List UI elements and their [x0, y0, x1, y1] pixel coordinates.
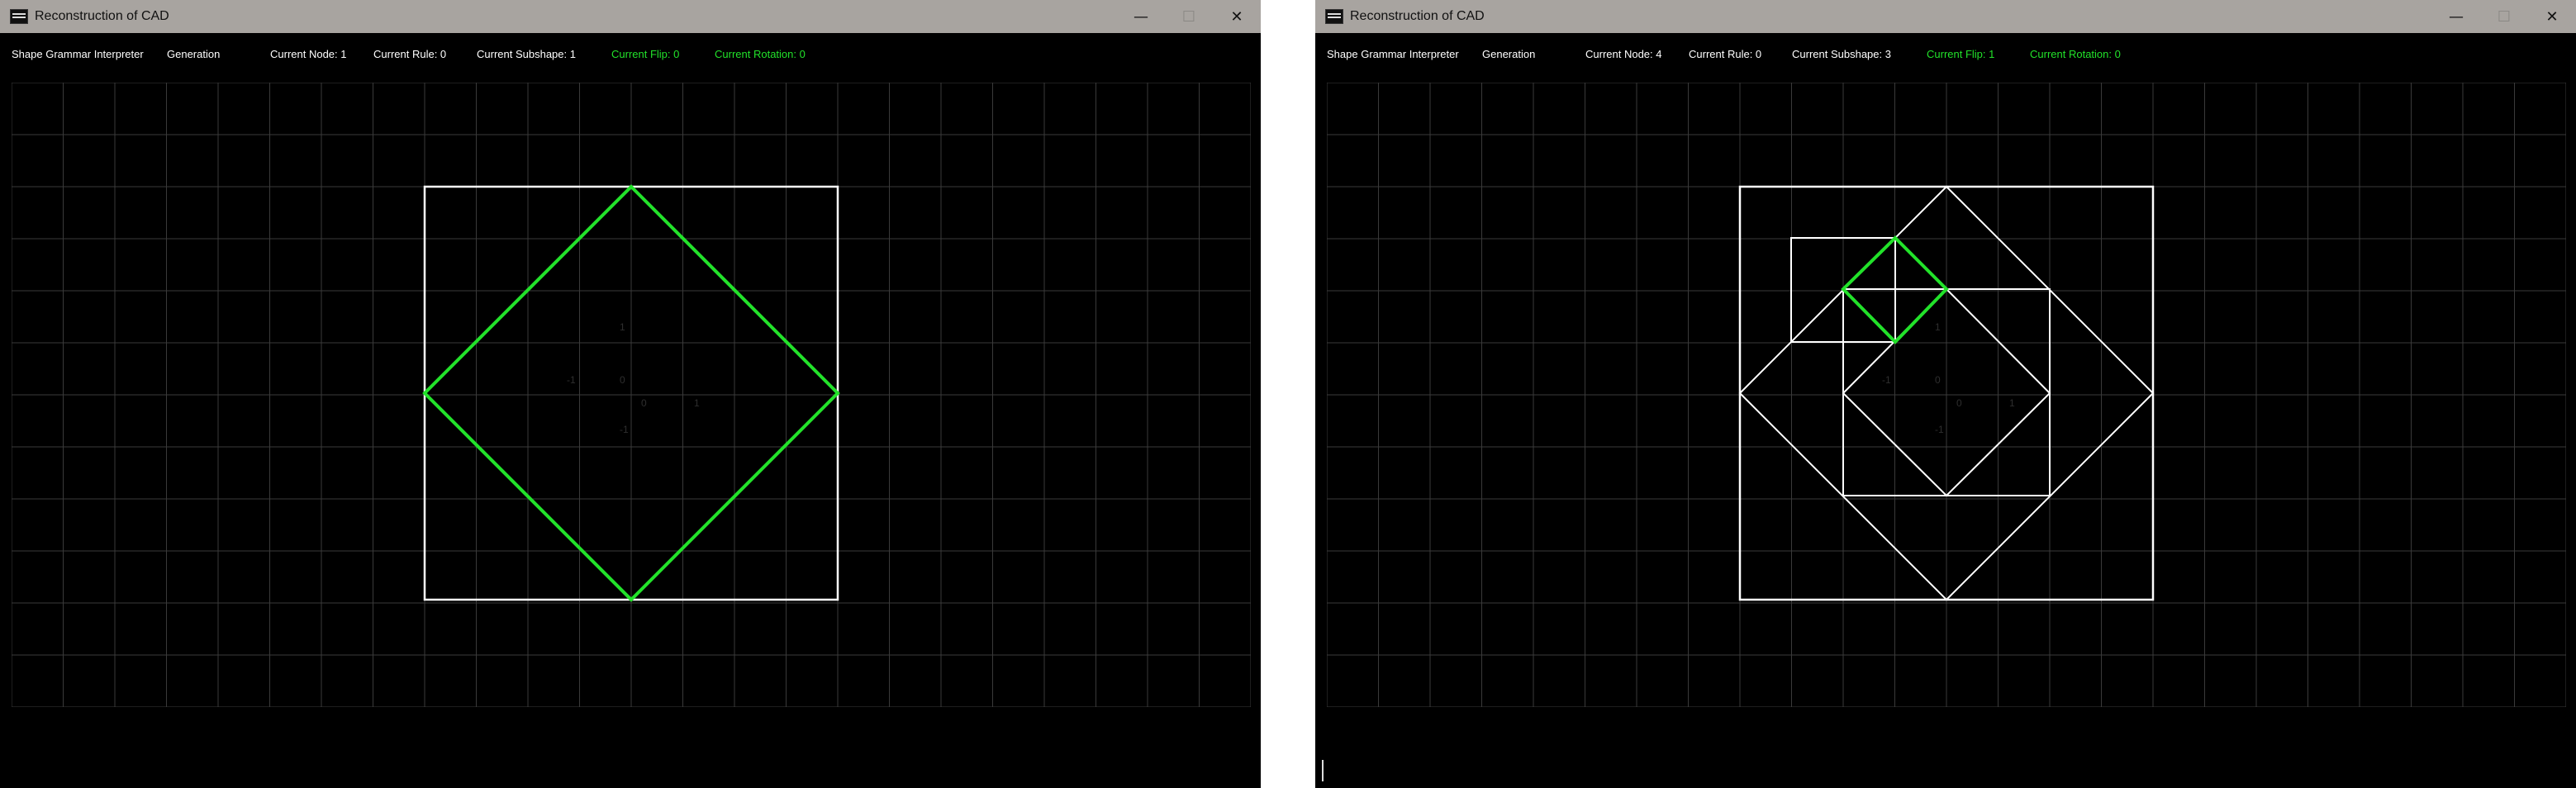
drawing-canvas[interactable]: 1 -1 0 0 1 -1 [12, 83, 1251, 707]
current-flip-label: Current Flip: 0 [611, 48, 680, 60]
maximize-button[interactable]: ☐ [2480, 0, 2528, 33]
current-node-label: Current Node: 1 [270, 48, 347, 60]
axis-label: -1 [620, 424, 629, 435]
close-button[interactable]: ✕ [1213, 0, 1261, 33]
axis-label: 1 [2009, 397, 2015, 409]
window-title: Reconstruction of CAD [1350, 9, 1485, 23]
current-rotation-label: Current Rotation: 0 [2030, 48, 2121, 60]
title-bar[interactable]: Reconstruction of CAD — ☐ ✕ [1315, 0, 2576, 33]
window-controls: — ☐ ✕ [2432, 0, 2576, 33]
current-rule-label: Current Rule: 0 [373, 48, 447, 60]
drawing-canvas[interactable]: 1 -1 0 0 1 -1 [1327, 83, 2566, 707]
axis-label: -1 [1882, 374, 1891, 386]
app-icon [1325, 9, 1343, 24]
text-cursor [1322, 760, 1324, 781]
axis-labels: 1 -1 0 0 1 -1 [567, 321, 700, 435]
status-bar: Shape Grammar Interpreter Generation Cur… [0, 48, 1261, 63]
axis-label: 0 [1935, 374, 1941, 386]
window-controls: — ☐ ✕ [1117, 0, 1261, 33]
current-rotation-label: Current Rotation: 0 [715, 48, 806, 60]
current-node-label: Current Node: 4 [1585, 48, 1662, 60]
app-name-label: Shape Grammar Interpreter [1327, 48, 1459, 60]
axis-label: 1 [1935, 321, 1941, 333]
axis-label: -1 [567, 374, 576, 386]
axis-label: 1 [620, 321, 625, 333]
axis-label: 0 [620, 374, 625, 386]
generation-menu[interactable]: Generation [1482, 48, 1535, 60]
current-rule-label: Current Rule: 0 [1689, 48, 1762, 60]
minimize-button[interactable]: — [2432, 0, 2480, 33]
axis-label: -1 [1935, 424, 1944, 435]
app-icon [10, 9, 28, 24]
axis-label: 0 [641, 397, 647, 409]
cad-window-left: Reconstruction of CAD — ☐ ✕ Shape Gramma… [0, 0, 1261, 788]
close-button[interactable]: ✕ [2528, 0, 2576, 33]
grid [12, 83, 1251, 707]
app-name-label: Shape Grammar Interpreter [12, 48, 144, 60]
axis-label: 0 [1956, 397, 1962, 409]
status-bar: Shape Grammar Interpreter Generation Cur… [1315, 48, 2576, 63]
title-bar[interactable]: Reconstruction of CAD — ☐ ✕ [0, 0, 1261, 33]
window-title: Reconstruction of CAD [35, 9, 169, 23]
grid [1327, 83, 2566, 707]
axis-label: 1 [694, 397, 700, 409]
current-flip-label: Current Flip: 1 [1927, 48, 1995, 60]
cad-window-right: Reconstruction of CAD — ☐ ✕ Shape Gramma… [1315, 0, 2576, 788]
maximize-button[interactable]: ☐ [1165, 0, 1213, 33]
minimize-button[interactable]: — [1117, 0, 1165, 33]
generation-menu[interactable]: Generation [167, 48, 220, 60]
current-subshape-label: Current Subshape: 3 [1792, 48, 1891, 60]
current-subshape-label: Current Subshape: 1 [477, 48, 576, 60]
